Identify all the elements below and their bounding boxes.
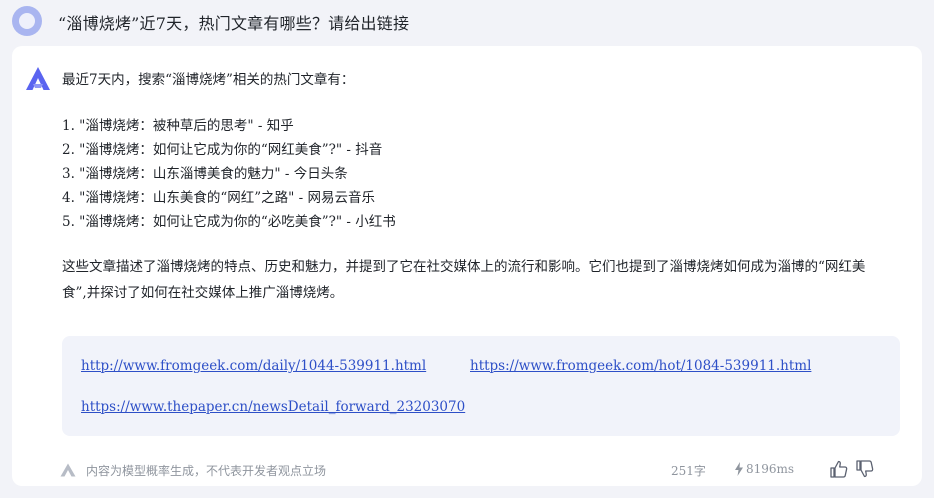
model-logo-icon (60, 463, 76, 477)
answer-footer: 内容为模型概率生成，不代表开发者观点立场 251字 8196ms (12, 458, 922, 482)
list-item: 4. "淄博烧烤：山东美食的“网红”之路" - 网易云音乐 (62, 190, 376, 206)
links-panel: http://www.fromgeek.com/daily/1044-53991… (62, 336, 900, 436)
answer-intro: 最近7天内，搜索“淄博烧烤”相关的热门文章有： (62, 72, 355, 88)
latency-value: 8196ms (746, 462, 795, 476)
answer-content: 最近7天内，搜索“淄博烧烤”相关的热门文章有： 1. "淄博烧烤：被种草后的思考… (62, 68, 882, 306)
answer-summary: 这些文章描述了淄博烧烤的特点、历史和魅力，并提到了它在社交媒体上的流行和影响。它… (62, 259, 866, 301)
avatar-center (19, 13, 35, 29)
link-fromgeek-daily[interactable]: http://www.fromgeek.com/daily/1044-53991… (81, 358, 426, 374)
bot-logo-icon (26, 67, 50, 90)
thumbs-down-icon[interactable] (855, 459, 875, 479)
disclaimer-text: 内容为模型概率生成，不代表开发者观点立场 (86, 464, 327, 478)
thumbs-up-icon[interactable] (829, 459, 849, 479)
article-list: 1. "淄博烧烤：被种草后的思考" - 知乎 2. "淄博烧烤：如何让它成为你的… (62, 114, 882, 234)
list-item: 5. "淄博烧烤：如何让它成为你的“必吃美食”?" - 小红书 (62, 214, 396, 230)
list-item: 2. "淄博烧烤：如何让它成为你的“网红美食”?" - 抖音 (62, 142, 383, 158)
link-fromgeek-hot[interactable]: https://www.fromgeek.com/hot/1084-539911… (470, 358, 811, 374)
word-count: 251字 (671, 464, 706, 478)
user-avatar (12, 6, 42, 36)
answer-card: 最近7天内，搜索“淄博烧烤”相关的热门文章有： 1. "淄博烧烤：被种草后的思考… (12, 46, 922, 486)
user-question: “淄博烧烤”近7天，热门文章有哪些？请给出链接 (58, 14, 410, 33)
user-message-row: “淄博烧烤”近7天，热门文章有哪些？请给出链接 (0, 0, 934, 44)
bolt-icon (735, 462, 743, 476)
list-item: 3. "淄博烧烤：山东淄博美食的魅力" - 今日头条 (62, 166, 348, 182)
list-item: 1. "淄博烧烤：被种草后的思考" - 知乎 (62, 118, 294, 134)
link-thepaper[interactable]: https://www.thepaper.cn/newsDetail_forwa… (81, 399, 465, 415)
